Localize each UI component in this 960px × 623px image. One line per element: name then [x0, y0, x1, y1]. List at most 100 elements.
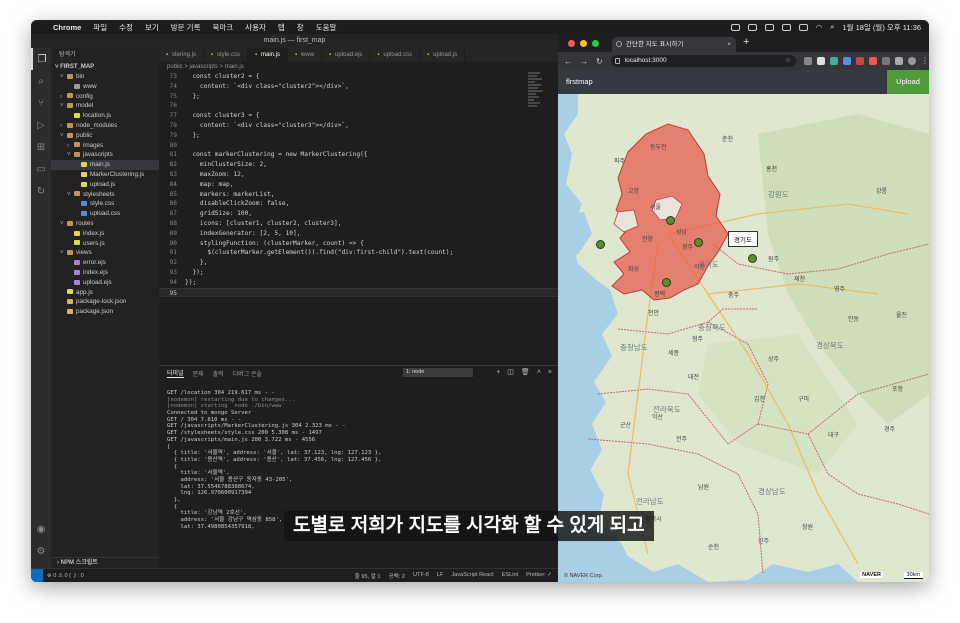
status-encoding[interactable]: UTF-8 — [413, 572, 429, 580]
file-tree-item[interactable]: index.ejs — [51, 268, 159, 278]
file-tree-item[interactable]: index.js — [51, 229, 159, 239]
menu-app-name[interactable]: Chrome — [47, 23, 87, 32]
status-icon[interactable] — [764, 23, 774, 31]
code-line[interactable]: 76 — [159, 101, 558, 111]
extension-icon[interactable] — [817, 57, 825, 65]
file-tree-item[interactable]: users.js — [51, 239, 159, 249]
minimap[interactable] — [528, 72, 544, 112]
split-terminal-icon[interactable]: ◫ — [507, 366, 514, 380]
explorer-icon[interactable]: ❐ — [31, 48, 51, 70]
address-bar[interactable]: localhost:3000 ☆ — [610, 55, 796, 67]
file-tree-item[interactable]: app.js — [51, 288, 159, 298]
file-tree-item[interactable]: main.js — [51, 160, 159, 170]
code-line[interactable]: 88 icons: [cluster1, cluster2, cluster3]… — [159, 219, 558, 229]
kill-terminal-icon[interactable]: 🗑 — [521, 366, 530, 380]
problems-status[interactable]: ⊗ 0 ⚠ 0 { .} : 0 — [47, 573, 84, 579]
code-line[interactable]: 94}); — [159, 278, 558, 288]
menu-item-edit[interactable]: 수정 — [113, 22, 139, 33]
breadcrumb[interactable]: public > javascripts > main.js — [159, 62, 558, 72]
code-line[interactable]: 74 content: `<div class="cluster2"></div… — [159, 82, 558, 92]
file-tree-item[interactable]: › node_modules — [51, 121, 159, 131]
back-icon[interactable]: ← — [564, 57, 572, 66]
status-line-col[interactable]: 줄 95, 열 1 — [355, 572, 381, 580]
status-icon[interactable] — [781, 23, 791, 31]
file-tree-item[interactable]: package-lock.json — [51, 297, 159, 307]
reload-icon[interactable]: ↻ — [596, 57, 603, 66]
editor-tab[interactable]: ▪ upload.ejs — [322, 48, 371, 62]
extension-icon[interactable] — [804, 57, 812, 65]
code-line[interactable]: 87 gridSize: 100, — [159, 209, 558, 219]
new-tab-button[interactable]: + — [743, 36, 749, 48]
remote-explorer-icon[interactable]: ▭ — [31, 158, 51, 180]
search-icon[interactable]: ⌕ — [830, 22, 834, 32]
file-tree-item[interactable]: ˅ views — [51, 248, 159, 258]
menu-item-window[interactable]: 창 — [291, 22, 310, 33]
status-icon[interactable] — [747, 23, 757, 31]
status-eol[interactable]: LF — [437, 572, 444, 580]
file-tree-item[interactable]: style.css — [51, 199, 159, 209]
editor-tab[interactable]: ▪ main.js — [248, 48, 289, 62]
code-line[interactable]: 78 content: `<div class="cluster3"></div… — [159, 121, 558, 131]
code-line[interactable]: 91 $(clusterMarker.getElement()).find("d… — [159, 248, 558, 258]
minimize-window-button[interactable] — [580, 40, 587, 47]
close-tab-icon[interactable]: × — [727, 37, 731, 52]
status-indent[interactable]: 공백: 2 — [389, 572, 406, 580]
maximize-panel-icon[interactable]: ˄ — [537, 366, 541, 380]
code-line[interactable]: 83 maxZoom: 12, — [159, 170, 558, 180]
settings-gear-icon[interactable]: ⚙ — [31, 540, 51, 562]
new-terminal-icon[interactable]: + — [496, 366, 500, 380]
npm-scripts-section[interactable]: › NPM 스크립트 — [51, 557, 159, 568]
extension-icon[interactable] — [856, 57, 864, 65]
wifi-icon[interactable]: ◠ — [816, 23, 823, 32]
menu-item-view[interactable]: 보기 — [139, 22, 165, 33]
file-tree-item[interactable]: location.js — [51, 111, 159, 121]
zoom-window-button[interactable] — [592, 40, 599, 47]
extensions-icon[interactable]: ⊞ — [31, 136, 51, 158]
editor-tab[interactable]: ▪ www — [288, 48, 323, 62]
map-marker[interactable] — [596, 240, 605, 249]
status-eslint[interactable]: ESLint — [502, 572, 518, 580]
file-tree-item[interactable]: ˅ bin — [51, 72, 159, 82]
lock-icon[interactable] — [614, 58, 620, 64]
file-tree-item[interactable]: ˅ javascripts — [51, 150, 159, 160]
tab-problems[interactable]: 문제 — [193, 369, 204, 378]
account-icon[interactable]: ◉ — [31, 518, 51, 540]
file-tree-item[interactable]: › images — [51, 141, 159, 151]
close-panel-icon[interactable]: × — [548, 366, 552, 380]
menu-item-bookmarks[interactable]: 북마크 — [206, 22, 239, 33]
editor-tab[interactable]: ▪ style.css — [204, 48, 249, 62]
code-line[interactable]: 75 }; — [159, 92, 558, 102]
source-control-icon[interactable]: ⑂ — [31, 92, 51, 114]
chrome-menu-icon[interactable]: ⋮ — [921, 57, 929, 65]
status-prettier[interactable]: Prettier: ✓ — [526, 572, 552, 580]
code-line[interactable]: 84 map: map, — [159, 180, 558, 190]
code-line[interactable]: 73 const cluster2 = { — [159, 72, 558, 82]
live-share-icon[interactable]: ↻ — [31, 180, 51, 202]
code-line[interactable]: 93 }); — [159, 268, 558, 278]
map-marker[interactable] — [662, 278, 671, 287]
project-root[interactable]: ˅ FIRST_MAP — [51, 62, 159, 72]
bookmark-star-icon[interactable]: ☆ — [785, 55, 791, 67]
browser-tab[interactable]: 간단한 지도 표시하기 × — [612, 37, 736, 52]
brand-link[interactable]: flrstmap — [566, 70, 593, 94]
menu-item-file[interactable]: 파일 — [87, 22, 113, 33]
menubar-clock[interactable]: 1월 18일 (월) 오후 11:36 — [842, 22, 921, 33]
battery-icon[interactable] — [798, 23, 808, 31]
file-tree-item[interactable]: ˅ stylesheets — [51, 190, 159, 200]
naver-logo[interactable]: NAVER — [860, 572, 883, 578]
file-tree-item[interactable]: ˅ model — [51, 101, 159, 111]
file-tree-item[interactable]: ˅ routes — [51, 219, 159, 229]
tab-debug-console[interactable]: 디버그 콘솔 — [233, 369, 262, 378]
file-tree-item[interactable]: package.json — [51, 307, 159, 317]
status-icon[interactable] — [730, 23, 740, 31]
editor-tab[interactable]: ▪ upload.css — [370, 48, 421, 62]
code-editor[interactable]: 73 const cluster2 = {74 content: `<div c… — [159, 72, 558, 327]
extension-icon[interactable] — [869, 57, 877, 65]
file-tree-item[interactable]: upload.ejs — [51, 278, 159, 288]
code-line[interactable]: 86 disableClickZoom: false, — [159, 199, 558, 209]
code-line[interactable]: 92 }, — [159, 258, 558, 268]
profile-avatar[interactable] — [908, 57, 916, 65]
map-marker[interactable] — [694, 238, 703, 247]
search-icon[interactable]: ⌕ — [31, 70, 51, 92]
menu-item-help[interactable]: 도움말 — [310, 22, 343, 33]
